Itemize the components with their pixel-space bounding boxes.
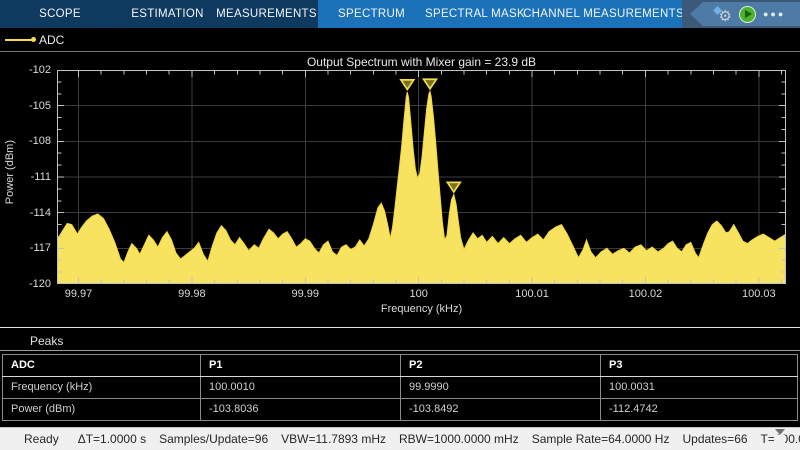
tab-measurements[interactable]: MEASUREMENTS: [215, 0, 318, 28]
status-item: VBW=11.7893 mHz: [281, 432, 386, 446]
value-cell: 100.0031: [601, 377, 798, 399]
tab-spectral-mask[interactable]: SPECTRAL MASK: [425, 0, 525, 28]
peaks-title-underline: [0, 350, 800, 351]
x-axis-label: Frequency (kHz): [57, 303, 786, 315]
peaks-table: ADCP1P2P3 Frequency (kHz)100.001099.9990…: [2, 354, 798, 421]
status-state: Ready: [24, 432, 59, 446]
y-tick-label: -117: [0, 242, 51, 254]
legend-item-adc[interactable]: ADC: [0, 28, 64, 51]
toolstrip-tabbar: SCOPEESTIMATIONMEASUREMENTS SPECTRUMSPEC…: [0, 0, 800, 28]
gear-icon: ⚙: [719, 6, 732, 26]
status-bar: Ready ΔT=1.0000 s Samples/Update=96 VBW=11…: [0, 427, 800, 450]
dock-icon[interactable]: [774, 435, 785, 449]
legend-marker-dot: [31, 37, 36, 42]
x-tick-label: 100.02: [629, 288, 663, 300]
y-tick-label: -120: [0, 278, 51, 290]
row-label-cell: Power (dBm): [3, 399, 201, 421]
toolstrip-collapse-arrow: ⚙ ●●●: [690, 2, 800, 26]
dock-triangle-icon: [775, 429, 785, 449]
table-row: Frequency (kHz)100.001099.9990100.0031: [3, 377, 798, 399]
tab-scope[interactable]: SCOPE: [0, 0, 120, 28]
legend-bar: ADC: [0, 28, 800, 52]
plot-title: Output Spectrum with Mixer gain = 23.9 d…: [57, 55, 786, 69]
x-tick-label: 99.98: [178, 288, 206, 300]
peaks-col-header-p2: P2: [401, 355, 601, 377]
value-cell: -103.8492: [401, 399, 601, 421]
table-row: Power (dBm)-103.8036-103.8492-112.4742: [3, 399, 798, 421]
more-options-icon[interactable]: ●●●: [763, 9, 785, 19]
peaks-table-header-row: ADCP1P2P3: [3, 355, 798, 377]
y-tick-label: -102: [0, 64, 51, 76]
peaks-col-header-adc: ADC: [3, 355, 201, 377]
y-tick-label: -105: [0, 100, 51, 112]
row-label-cell: Frequency (kHz): [3, 377, 201, 399]
peaks-col-header-p1: P1: [201, 355, 401, 377]
value-cell: 100.0010: [201, 377, 401, 399]
peaks-panel: Peaks ADCP1P2P3 Frequency (kHz)100.00109…: [0, 327, 800, 427]
peaks-col-header-p3: P3: [601, 355, 798, 377]
status-item: Samples/Update=96: [159, 432, 268, 446]
value-cell: 99.9990: [401, 377, 601, 399]
y-tick-label: -114: [0, 207, 51, 219]
status-item: Sample Rate=64.0000 Hz: [532, 432, 670, 446]
spectrum-plot-canvas[interactable]: [57, 70, 786, 284]
status-items: ΔT=1.0000 s Samples/Update=96 VBW=11.7893 …: [78, 432, 800, 446]
x-tick-label: 99.99: [292, 288, 320, 300]
x-tick-label: 100.03: [742, 288, 776, 300]
tab-group-spectrum-analyzer: SPECTRUMSPECTRAL MASKCHANNEL MEASUREMENT…: [318, 0, 682, 28]
x-tick-label: 100: [409, 288, 427, 300]
value-cell: -112.4742: [601, 399, 798, 421]
spectrum-plot-panel: Output Spectrum with Mixer gain = 23.9 d…: [0, 52, 800, 327]
settings-icon[interactable]: ⚙: [712, 4, 732, 24]
y-tick-label: -108: [0, 135, 51, 147]
tab-group-main: SCOPEESTIMATIONMEASUREMENTS: [0, 0, 318, 28]
peaks-panel-title: Peaks: [30, 334, 63, 348]
run-icon[interactable]: [739, 6, 756, 23]
status-item: ΔT=1.0000 s: [78, 432, 146, 446]
status-item: RBW=1000.0000 mHz: [399, 432, 519, 446]
value-cell: -103.8036: [201, 399, 401, 421]
status-item: Updates=66: [682, 432, 747, 446]
legend-series-label: ADC: [39, 33, 64, 47]
x-tick-label: 99.97: [65, 288, 93, 300]
toolstrip-right-panel: ⚙ ●●●: [682, 0, 800, 28]
legend-line-swatch: [5, 39, 32, 41]
tab-estimation[interactable]: ESTIMATION: [120, 0, 215, 28]
tab-channel-measurements[interactable]: CHANNEL MEASUREMENTS: [525, 0, 682, 28]
y-tick-label: -111: [0, 171, 51, 183]
tab-spectrum[interactable]: SPECTRUM: [318, 0, 425, 28]
x-tick-label: 100.01: [515, 288, 549, 300]
